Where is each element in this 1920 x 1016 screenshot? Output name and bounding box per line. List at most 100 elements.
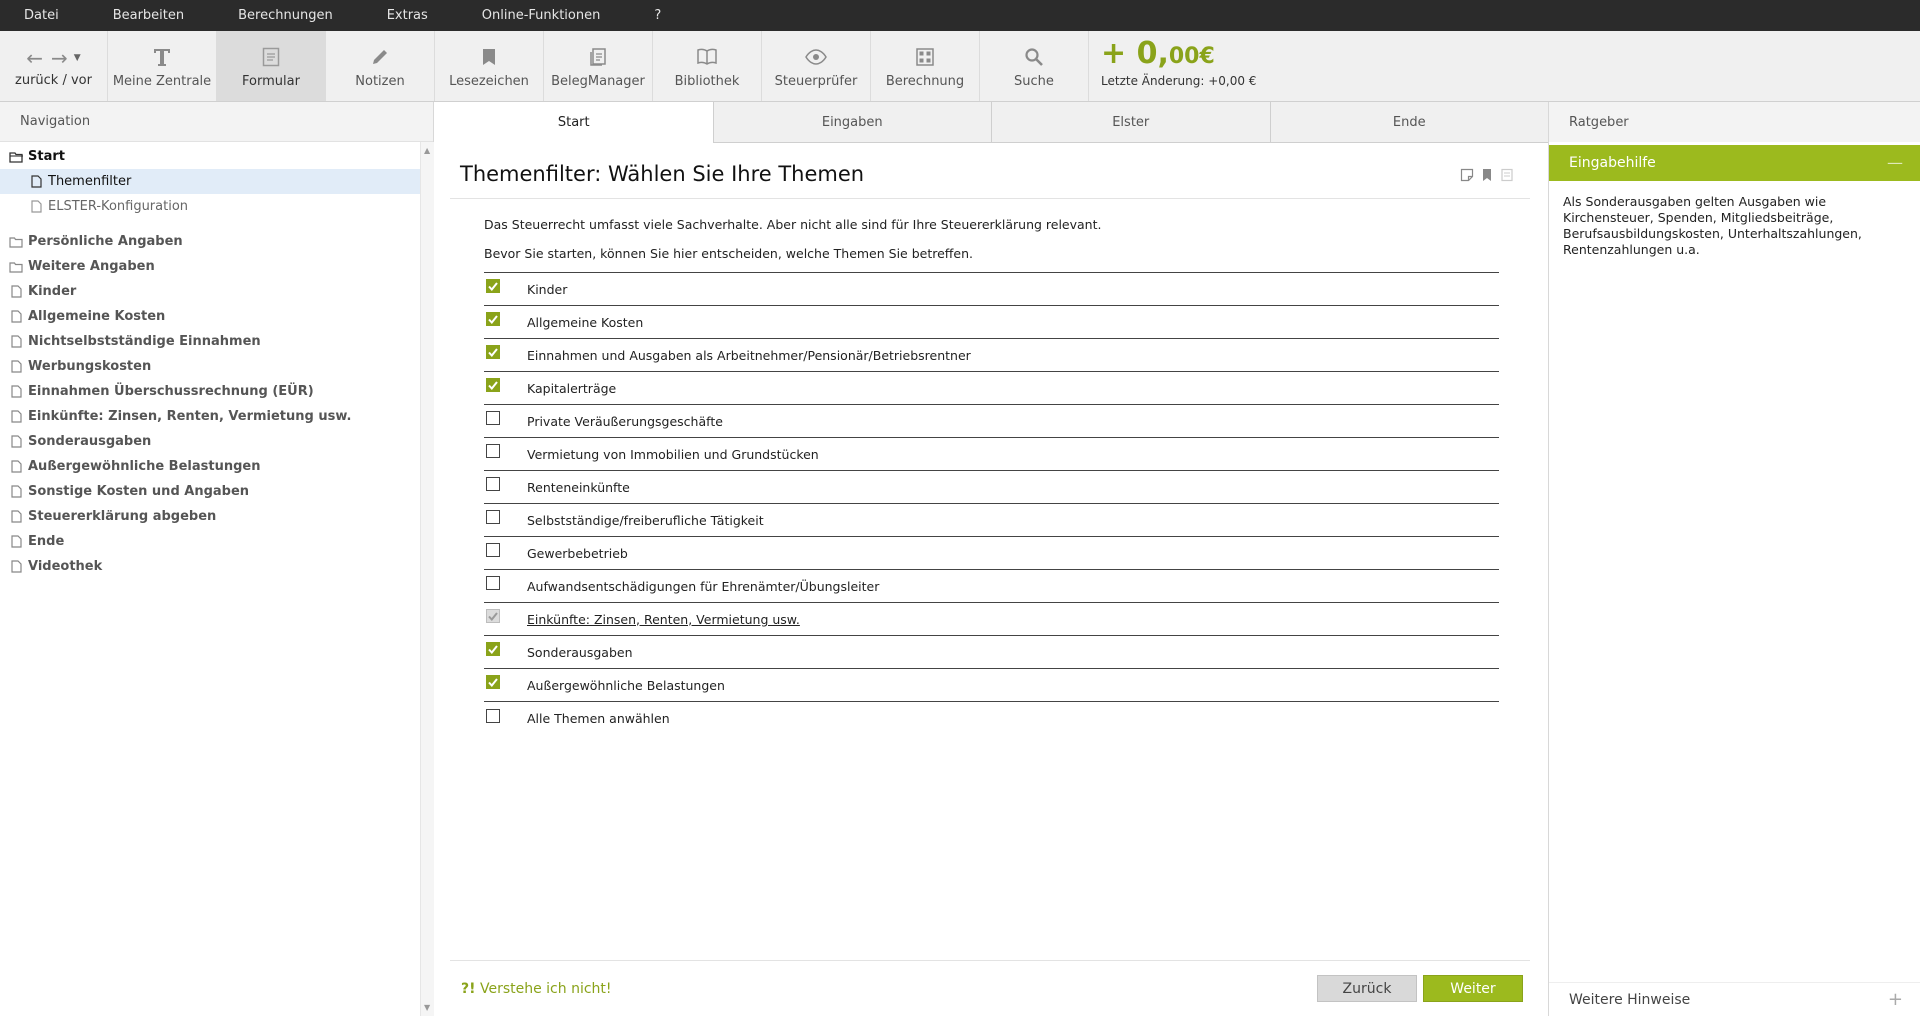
topic-row-kapitalertraege[interactable]: Kapitalerträge: [484, 372, 1499, 405]
nav-item-videothek[interactable]: Videothek: [0, 554, 420, 579]
weitere-hinweise-section[interactable]: Weitere Hinweise +: [1549, 982, 1920, 1016]
nav-item-persoenliche-angaben[interactable]: Persönliche Angaben: [0, 229, 420, 254]
topic-row-veraeusserungsgeschaefte[interactable]: Private Veräußerungsgeschäfte: [484, 405, 1499, 438]
steuerpruefer-button[interactable]: Steuerprüfer: [762, 31, 871, 101]
topic-checkbox[interactable]: [486, 312, 500, 326]
nav-item-aussergewoehnliche-belastungen[interactable]: Außergewöhnliche Belastungen: [0, 454, 420, 479]
berechnung-label: Berechnung: [885, 73, 965, 89]
nav-item-allgemeine-kosten[interactable]: Allgemeine Kosten: [0, 304, 420, 329]
scroll-down-icon[interactable]: ▼: [424, 1003, 430, 1012]
nav-item-werbungskosten[interactable]: Werbungskosten: [0, 354, 420, 379]
arrow-right-icon[interactable]: →: [51, 46, 68, 70]
notizen-button[interactable]: Notizen: [326, 31, 435, 101]
topic-row-vermietung[interactable]: Vermietung von Immobilien und Grundstück…: [484, 438, 1499, 471]
topic-row-gewerbebetrieb[interactable]: Gewerbebetrieb: [484, 537, 1499, 570]
topic-row-aufwandsentschaedigungen[interactable]: Aufwandsentschädigungen für Ehrenämter/Ü…: [484, 570, 1499, 603]
folder-open-icon: [8, 149, 24, 165]
topic-checkbox[interactable]: [486, 444, 500, 458]
nav-item-steuererklaerung-abgeben[interactable]: Steuererklärung abgeben: [0, 504, 420, 529]
topic-checkbox[interactable]: [486, 477, 500, 491]
page-icon: [8, 534, 24, 550]
lesezeichen-button[interactable]: Lesezeichen: [435, 31, 544, 101]
navigation-scrollbar[interactable]: ▲ ▼: [420, 142, 434, 1016]
menu-datei[interactable]: Datei: [24, 8, 59, 23]
menu-extras[interactable]: Extras: [387, 8, 428, 23]
nav-item-einkuenfte[interactable]: Einkünfte: Zinsen, Renten, Vermietung us…: [0, 404, 420, 429]
nav-item-label: Themenfilter: [48, 174, 132, 189]
tab-eingaben[interactable]: Eingaben: [712, 102, 991, 142]
arrow-left-icon[interactable]: ←: [26, 46, 43, 70]
page-icon: [8, 309, 24, 325]
topic-checkbox[interactable]: [486, 576, 500, 590]
page-title: Themenfilter: Wählen Sie Ihre Themen: [460, 162, 865, 186]
topic-checkbox[interactable]: [486, 675, 500, 689]
suche-button[interactable]: Suche: [980, 31, 1089, 101]
nav-item-kinder[interactable]: Kinder: [0, 279, 420, 304]
nav-item-ende[interactable]: Ende: [0, 529, 420, 554]
topic-row-allgemeine-kosten[interactable]: Allgemeine Kosten: [484, 306, 1499, 339]
nav-item-elster-konfiguration[interactable]: ELSTER-Konfiguration: [0, 194, 420, 219]
topic-checkbox[interactable]: [486, 279, 500, 293]
berechnung-button[interactable]: Berechnung: [871, 31, 980, 101]
topic-list: Kinder Allgemeine Kosten Einnahmen und A…: [484, 272, 1499, 735]
back-button[interactable]: Zurück: [1317, 975, 1417, 1002]
refund-amount: + 0,00€: [1101, 36, 1215, 71]
menu-bearbeiten[interactable]: Bearbeiten: [113, 8, 184, 23]
note-icon[interactable]: [1460, 168, 1474, 186]
topic-row-alle-themen[interactable]: Alle Themen anwählen: [484, 702, 1499, 735]
nav-item-einnahmen-ueberschussrechnung[interactable]: Einnahmen Überschussrechnung (EÜR): [0, 379, 420, 404]
nav-item-nichtselbststaendige-einnahmen[interactable]: Nichtselbstständige Einnahmen: [0, 329, 420, 354]
meine-zentrale-label: Meine Zentrale: [112, 73, 212, 89]
topic-row-kinder[interactable]: Kinder: [484, 273, 1499, 306]
page-icon: [28, 174, 44, 190]
topic-label: Private Veräußerungsgeschäfte: [527, 413, 723, 429]
expand-icon[interactable]: +: [1888, 989, 1903, 1010]
eingabehilfe-text: Als Sonderausgaben gelten Ausgaben wie K…: [1563, 194, 1862, 257]
main-content: Start Eingaben Elster Ende Themenfilter:…: [435, 102, 1548, 1016]
formular-button[interactable]: Formular: [217, 31, 326, 101]
collapse-icon[interactable]: —: [1887, 153, 1903, 172]
topic-checkbox[interactable]: [486, 411, 500, 425]
help-mark: ?!: [461, 981, 476, 997]
topic-row-sonderausgaben[interactable]: Sonderausgaben: [484, 636, 1499, 669]
meine-zentrale-button[interactable]: Meine Zentrale: [108, 31, 217, 101]
topic-label: Aufwandsentschädigungen für Ehrenämter/Ü…: [527, 578, 880, 594]
topic-row-arbeitnehmer[interactable]: Einnahmen und Ausgaben als Arbeitnehmer/…: [484, 339, 1499, 372]
dont-understand-link[interactable]: ?! Verstehe ich nicht!: [461, 981, 612, 997]
topic-checkbox[interactable]: [486, 543, 500, 557]
footer-divider: [450, 960, 1530, 961]
nav-item-sonstige-kosten[interactable]: Sonstige Kosten und Angaben: [0, 479, 420, 504]
caret-down-icon[interactable]: ▼: [74, 53, 81, 63]
bookmark-icon[interactable]: [1482, 168, 1492, 186]
tab-start[interactable]: Start: [435, 102, 713, 143]
nav-item-themenfilter[interactable]: Themenfilter: [0, 169, 420, 194]
topic-checkbox[interactable]: [486, 378, 500, 392]
topic-checkbox[interactable]: [486, 510, 500, 524]
nav-item-sonderausgaben[interactable]: Sonderausgaben: [0, 429, 420, 454]
topic-row-einkuenfte[interactable]: Einkünfte: Zinsen, Renten, Vermietung us…: [484, 603, 1499, 636]
ratgeber-panel: Ratgeber Eingabehilfe — Als Sonderausgab…: [1548, 102, 1920, 1016]
topic-row-aussergewoehnliche-belastungen[interactable]: Außergewöhnliche Belastungen: [484, 669, 1499, 702]
eingabehilfe-section-header[interactable]: Eingabehilfe —: [1549, 145, 1920, 181]
nav-item-start[interactable]: Start: [0, 144, 420, 169]
belegmanager-button[interactable]: BelegManager: [544, 31, 653, 101]
print-icon[interactable]: [1500, 168, 1514, 186]
folder-icon: [8, 259, 24, 275]
tab-ende[interactable]: Ende: [1269, 102, 1548, 142]
menu-online-funktionen[interactable]: Online-Funktionen: [482, 8, 601, 23]
menu-help[interactable]: ?: [654, 8, 661, 23]
nav-item-weitere-angaben[interactable]: Weitere Angaben: [0, 254, 420, 279]
topic-label-link[interactable]: Einkünfte: Zinsen, Renten, Vermietung us…: [527, 612, 800, 627]
topic-checkbox[interactable]: [486, 642, 500, 656]
next-button[interactable]: Weiter: [1423, 975, 1523, 1002]
topic-row-selbststaendige[interactable]: Selbstständige/freiberufliche Tätigkeit: [484, 504, 1499, 537]
topic-checkbox[interactable]: [486, 345, 500, 359]
scroll-up-icon[interactable]: ▲: [424, 146, 430, 155]
topic-checkbox[interactable]: [486, 708, 500, 723]
bibliothek-button[interactable]: Bibliothek: [653, 31, 762, 101]
topic-row-renteneinkuenfte[interactable]: Renteneinkünfte: [484, 471, 1499, 504]
back-forward-control[interactable]: ← → ▼ zurück / vor: [0, 31, 108, 101]
menu-berechnungen[interactable]: Berechnungen: [238, 8, 333, 23]
nav-item-label: Einkünfte: Zinsen, Renten, Vermietung us…: [28, 409, 352, 424]
tab-elster[interactable]: Elster: [991, 102, 1270, 142]
